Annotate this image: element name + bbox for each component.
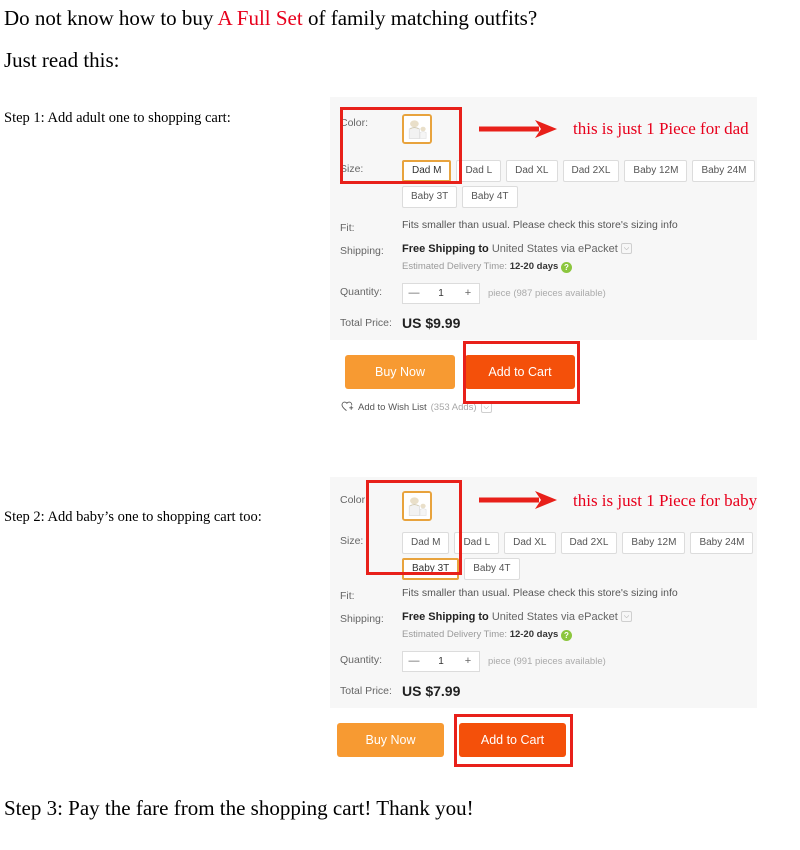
fit-row: Fit: Fits smaller than usual. Please che…: [340, 587, 678, 605]
fit-label: Fit:: [340, 222, 355, 234]
page-title-part1: Do not know how to buy: [4, 6, 218, 30]
size-label: Size:: [340, 163, 364, 175]
delivery-value: 12-20 days: [509, 629, 559, 640]
quantity-increase-button[interactable]: +: [457, 284, 479, 303]
page-title-part2: of family matching outfits?: [302, 6, 538, 30]
heart-plus-icon: [341, 400, 354, 415]
shipping-row: Shipping: Free Shipping to United States…: [340, 242, 633, 274]
chevron-down-icon[interactable]: ⌵: [620, 243, 633, 254]
delivery-estimate: Estimated Delivery Time: 12-20 days ?: [402, 259, 632, 274]
family-outfit-thumbnail-icon[interactable]: [402, 114, 432, 144]
shipping-details: Free Shipping to United States via ePack…: [402, 242, 633, 274]
quantity-stepper[interactable]: — 1 +: [402, 651, 480, 672]
size-label: Size:: [340, 535, 364, 547]
step-2-label: Step 2: Add baby’s one to shopping cart …: [4, 509, 262, 525]
size-option-baby-24m[interactable]: Baby 24M: [692, 160, 756, 182]
annotation-baby: this is just 1 Piece for baby: [573, 491, 758, 510]
quantity-label: Quantity:: [340, 286, 383, 298]
question-mark-icon[interactable]: ?: [560, 262, 572, 273]
delivery-label: Estimated Delivery Time:: [402, 261, 508, 272]
page-title-highlight: A Full Set: [217, 6, 303, 30]
delivery-value: 12-20 days: [509, 261, 559, 272]
shipping-method[interactable]: Free Shipping to United States via ePack…: [402, 242, 633, 257]
right-arrow-icon-baby: [477, 489, 559, 516]
total-price-row: Total Price: US $9.99: [340, 314, 460, 332]
stock-availability: piece (991 pieces available): [488, 656, 606, 667]
wish-list-chevron-down-icon[interactable]: ⌵: [480, 402, 492, 413]
size-option-baby-12m[interactable]: Baby 12M: [622, 532, 686, 554]
quantity-stepper-group: — 1 + piece (991 pieces available): [402, 651, 606, 672]
fit-description: Fits smaller than usual. Please check th…: [402, 587, 678, 599]
size-option-baby-3t[interactable]: Baby 3T: [402, 558, 460, 580]
family-outfit-thumbnail-icon[interactable]: [402, 491, 432, 521]
color-row: Color:: [340, 491, 432, 521]
size-option-dad-l[interactable]: Dad L: [454, 532, 500, 554]
size-options-list: Dad M Dad L Dad XL Dad 2XL Baby 12M Baby…: [402, 532, 764, 580]
total-price-row: Total Price: US $7.99: [340, 682, 460, 700]
buy-now-button-dad[interactable]: Buy Now: [345, 355, 455, 389]
size-option-dad-xl[interactable]: Dad XL: [504, 532, 556, 554]
color-label: Color:: [340, 117, 369, 129]
total-price-value: US $9.99: [402, 315, 461, 331]
total-price-value: US $7.99: [402, 683, 461, 699]
add-to-cart-button-baby[interactable]: Add to Cart: [459, 723, 566, 757]
shipping-row: Shipping: Free Shipping to United States…: [340, 610, 633, 642]
size-option-dad-xl[interactable]: Dad XL: [506, 160, 558, 182]
shipping-free-text: Free Shipping to: [402, 243, 489, 255]
add-to-wish-list-dad[interactable]: Add to Wish List (353 Adds) ⌵: [341, 400, 492, 415]
fit-label: Fit:: [340, 590, 355, 602]
page-title: Do not know how to buy A Full Set of fam…: [4, 6, 537, 31]
quantity-stepper[interactable]: — 1 +: [402, 283, 480, 304]
size-options-list: Dad M Dad L Dad XL Dad 2XL Baby 12M Baby…: [402, 160, 764, 208]
quantity-row: Quantity: — 1 + piece (987 pieces availa…: [340, 283, 606, 304]
delivery-label: Estimated Delivery Time:: [402, 629, 508, 640]
size-option-dad-2xl[interactable]: Dad 2XL: [560, 532, 618, 554]
size-option-dad-m[interactable]: Dad M: [402, 532, 450, 554]
right-arrow-icon-dad: [477, 118, 559, 145]
page-subtitle: Just read this:: [4, 48, 120, 72]
add-to-cart-button-dad[interactable]: Add to Cart: [465, 355, 575, 389]
shipping-details: Free Shipping to United States via ePack…: [402, 610, 633, 642]
shipping-free-text: Free Shipping to: [402, 611, 489, 623]
wish-list-label: Add to Wish List: [358, 402, 427, 413]
total-price-label: Total Price:: [340, 317, 392, 329]
quantity-input[interactable]: 1: [425, 652, 457, 671]
quantity-row: Quantity: — 1 + piece (991 pieces availa…: [340, 651, 606, 672]
quantity-increase-button[interactable]: +: [457, 652, 479, 671]
shipping-label: Shipping:: [340, 245, 384, 257]
size-option-baby-4t[interactable]: Baby 4T: [464, 558, 520, 580]
quantity-label: Quantity:: [340, 654, 383, 666]
size-option-baby-4t[interactable]: Baby 4T: [462, 186, 518, 208]
size-option-dad-m[interactable]: Dad M: [402, 160, 452, 182]
size-row: Size: Dad M Dad L Dad XL Dad 2XL Baby 12…: [340, 160, 764, 208]
chevron-down-icon[interactable]: ⌵: [620, 611, 633, 622]
size-option-baby-24m[interactable]: Baby 24M: [690, 532, 754, 554]
question-mark-icon[interactable]: ?: [560, 630, 572, 641]
quantity-stepper-group: — 1 + piece (987 pieces available): [402, 283, 606, 304]
shipping-destination: United States via ePacket: [491, 243, 618, 255]
total-price-label: Total Price:: [340, 685, 392, 697]
fit-description: Fits smaller than usual. Please check th…: [402, 219, 678, 231]
quantity-decrease-button[interactable]: —: [403, 284, 425, 303]
annotation-dad: this is just 1 Piece for dad: [573, 119, 749, 138]
quantity-input[interactable]: 1: [425, 284, 457, 303]
step-1-label: Step 1: Add adult one to shopping cart:: [4, 110, 231, 126]
size-option-baby-12m[interactable]: Baby 12M: [624, 160, 688, 182]
color-row: Color:: [340, 114, 432, 144]
quantity-decrease-button[interactable]: —: [403, 652, 425, 671]
color-label: Color:: [340, 494, 369, 506]
size-option-baby-3t[interactable]: Baby 3T: [402, 186, 458, 208]
step-3-label: Step 3: Pay the fare from the shopping c…: [4, 796, 474, 820]
shipping-label: Shipping:: [340, 613, 384, 625]
size-option-dad-l[interactable]: Dad L: [456, 160, 502, 182]
buy-now-button-baby[interactable]: Buy Now: [337, 723, 444, 757]
delivery-estimate: Estimated Delivery Time: 12-20 days ?: [402, 627, 632, 642]
stock-availability: piece (987 pieces available): [488, 288, 606, 299]
wish-list-count: (353 Adds): [430, 402, 477, 413]
size-option-dad-2xl[interactable]: Dad 2XL: [562, 160, 620, 182]
fit-row: Fit: Fits smaller than usual. Please che…: [340, 219, 678, 237]
shipping-method[interactable]: Free Shipping to United States via ePack…: [402, 610, 633, 625]
size-row: Size: Dad M Dad L Dad XL Dad 2XL Baby 12…: [340, 532, 764, 580]
shipping-destination: United States via ePacket: [491, 611, 618, 623]
